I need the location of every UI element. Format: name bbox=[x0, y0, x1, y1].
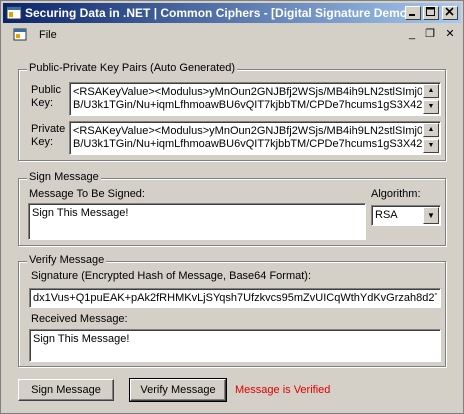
scroll-down-icon[interactable]: ▼ bbox=[423, 100, 439, 114]
mdi-close-button[interactable]: ✕ bbox=[443, 29, 457, 41]
key-pairs-group: Public-Private Key Pairs (Auto Generated… bbox=[18, 62, 446, 161]
private-key-field[interactable]: <RSAKeyValue><Modulus>yMnOun2GNJBfj2WSjs… bbox=[69, 121, 441, 155]
received-message-field[interactable]: Sign This Message! bbox=[29, 329, 441, 362]
algorithm-label: Algorithm: bbox=[371, 188, 421, 200]
scroll-up-icon[interactable]: ▲ bbox=[423, 84, 439, 98]
mdi-restore-button[interactable]: ❐ bbox=[423, 29, 437, 41]
public-key-field[interactable]: <RSAKeyValue><Modulus>yMnOun2GNJBfj2WSjs… bbox=[69, 82, 441, 116]
received-message-label: Received Message: bbox=[31, 313, 128, 325]
maximize-icon bbox=[426, 7, 435, 16]
verify-message-button[interactable]: Verify Message bbox=[129, 378, 227, 402]
verify-message-group: Verify Message Signature (Encrypted Hash… bbox=[18, 254, 446, 367]
verification-status: Message is Verified bbox=[235, 384, 331, 396]
signature-field[interactable]: dx1Vus+Q1puEAK+pAk2fRHMKvLjSYqsh7Ufzkvcs… bbox=[29, 288, 441, 308]
sign-message-group-title: Sign Message bbox=[27, 171, 101, 183]
document-icon[interactable] bbox=[13, 28, 29, 42]
close-icon bbox=[445, 7, 454, 16]
scroll-down-icon[interactable]: ▼ bbox=[423, 139, 439, 153]
key-pairs-group-title: Public-Private Key Pairs (Auto Generated… bbox=[27, 62, 238, 74]
public-key-value: <RSAKeyValue><Modulus>yMnOun2GNJBfj2WSjs… bbox=[73, 86, 422, 111]
mdi-minimize-button[interactable]: _ bbox=[405, 29, 419, 41]
algorithm-selected-value: RSA bbox=[375, 209, 398, 221]
message-to-sign-value: Sign This Message! bbox=[32, 207, 129, 219]
main-window: Securing Data in .NET | Common Ciphers -… bbox=[0, 0, 464, 414]
chevron-down-icon[interactable]: ▼ bbox=[423, 207, 439, 224]
received-message-value: Sign This Message! bbox=[33, 333, 130, 345]
title-bar[interactable]: Securing Data in .NET | Common Ciphers -… bbox=[3, 3, 461, 23]
scroll-up-icon[interactable]: ▲ bbox=[423, 123, 439, 137]
message-to-sign-field[interactable]: Sign This Message! bbox=[28, 203, 366, 240]
close-button[interactable] bbox=[442, 6, 458, 20]
minimize-icon bbox=[409, 14, 415, 16]
minimize-button[interactable] bbox=[405, 6, 421, 20]
app-icon bbox=[6, 6, 22, 20]
sign-message-button[interactable]: Sign Message bbox=[18, 379, 114, 401]
window-title: Securing Data in .NET | Common Ciphers -… bbox=[25, 6, 412, 20]
menu-bar: File _ ❐ ✕ bbox=[3, 25, 461, 45]
signature-value: dx1Vus+Q1puEAK+pAk2fRHMKvLjSYqsh7Ufzkvcs… bbox=[33, 292, 437, 304]
message-to-sign-label: Message To Be Signed: bbox=[29, 188, 145, 200]
sign-message-group: Sign Message Message To Be Signed: Sign … bbox=[18, 171, 446, 246]
algorithm-select[interactable]: RSA ▼ bbox=[371, 205, 441, 226]
maximize-button[interactable] bbox=[423, 6, 439, 20]
private-key-label: Private Key: bbox=[31, 123, 66, 148]
private-key-value: <RSAKeyValue><Modulus>yMnOun2GNJBfj2WSjs… bbox=[73, 125, 422, 150]
private-key-scrollbar[interactable]: ▲ ▼ bbox=[423, 123, 439, 153]
public-key-scrollbar[interactable]: ▲ ▼ bbox=[423, 84, 439, 114]
public-key-label: Public Key: bbox=[31, 84, 61, 109]
signature-label: Signature (Encrypted Hash of Message, Ba… bbox=[31, 270, 312, 282]
menu-file[interactable]: File bbox=[39, 29, 57, 41]
verify-message-group-title: Verify Message bbox=[27, 254, 107, 266]
